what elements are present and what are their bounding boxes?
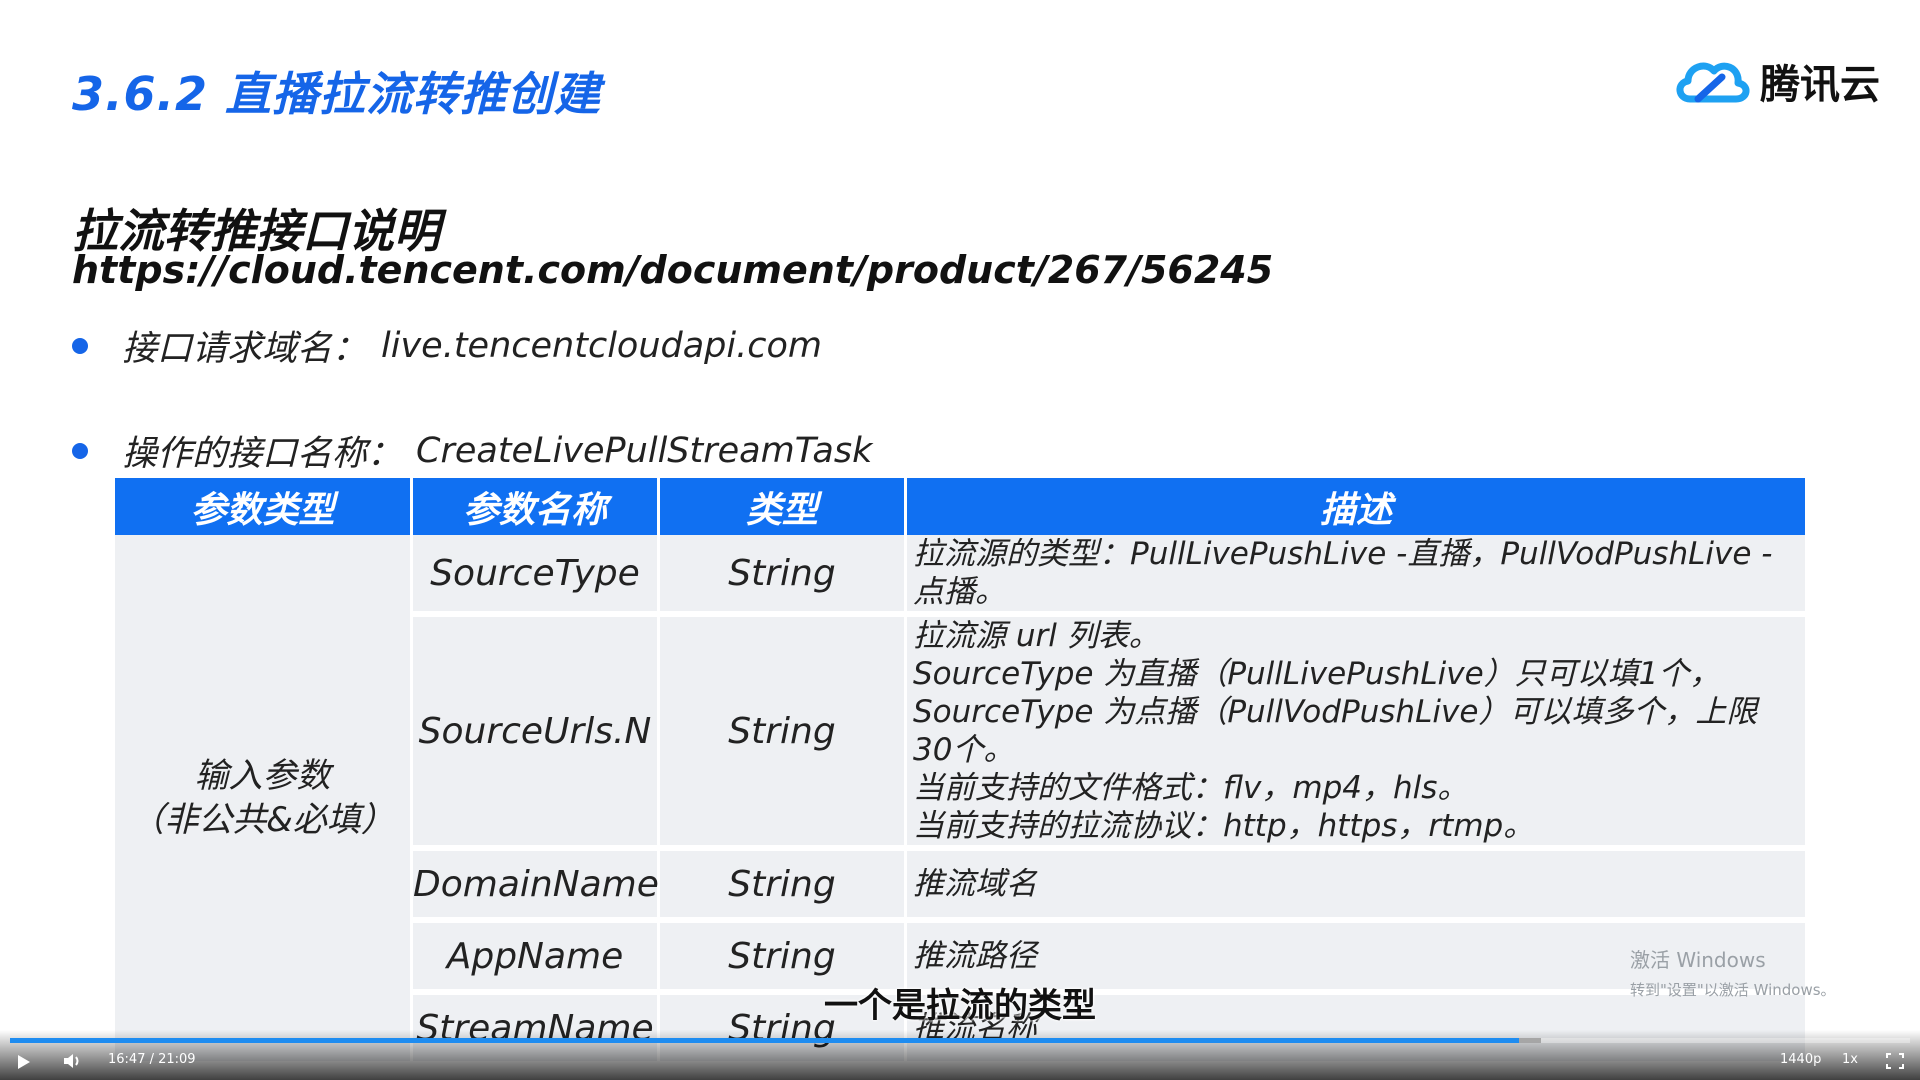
- doc-url: https://cloud.tencent.com/document/produ…: [72, 248, 1274, 292]
- desc-line: 点播。: [913, 574, 1006, 610]
- bullet-value: live.tencentcloudapi.com: [381, 325, 823, 366]
- desc-line: 拉流源的类型：PullLivePushLive -直播，PullVodPushL…: [913, 536, 1773, 572]
- desc-line: 推流域名: [913, 866, 1037, 902]
- time-display: 16:47 / 21:09: [108, 1052, 196, 1067]
- bullet-label: 操作的接口名称：: [122, 434, 403, 474]
- desc-line: 30个。: [913, 732, 1015, 768]
- param-desc-cell: 拉流源 url 列表。 SourceType 为直播（PullLivePushL…: [907, 617, 1805, 851]
- bullet-label: 接口请求域名：: [122, 329, 368, 369]
- group-label-line1: 输入参数: [194, 756, 331, 796]
- desc-line: SourceType 为直播（PullLivePushLive）只可以填1个，: [913, 656, 1721, 692]
- bullet-domain: 接口请求域名： live.tencentcloudapi.com: [72, 320, 822, 371]
- video-frame: 3.6.2 直播拉流转推创建 腾讯云 拉流转推接口说明 https://clou…: [0, 0, 1920, 1080]
- desc-line: 拉流源 url 列表。: [913, 618, 1160, 654]
- cloud-logo-icon: [1676, 62, 1750, 103]
- bullet-action: 操作的接口名称： CreateLivePullStreamTask: [72, 425, 872, 476]
- param-type-cell: String: [660, 535, 907, 617]
- play-icon[interactable]: [18, 1055, 30, 1069]
- tencent-cloud-logo: 腾讯云: [1672, 52, 1880, 110]
- volume-icon[interactable]: [62, 1052, 82, 1074]
- param-name-cell: SourceType: [413, 535, 660, 617]
- watermark-title: 激活 Windows: [1630, 948, 1766, 972]
- table-row: 输入参数 （非公共&必填） SourceType String 拉流源的类型：P…: [115, 535, 1805, 1067]
- speed-button[interactable]: 1x: [1842, 1052, 1858, 1067]
- table-header-row: 参数类型 参数名称 类型 描述: [115, 478, 1805, 535]
- slide-title: 3.6.2 直播拉流转推创建: [72, 67, 601, 121]
- param-desc-cell: 推流域名: [907, 851, 1805, 923]
- progress-played: [10, 1038, 1519, 1043]
- bullet-dot-icon: [72, 337, 88, 354]
- group-label-line2: （非公共&必填）: [130, 800, 395, 840]
- video-subtitle: 一个是拉流的类型: [824, 986, 1096, 1026]
- progress-bar[interactable]: [10, 1038, 1910, 1043]
- bullet-dot-icon: [72, 442, 88, 459]
- header-param-kind: 参数类型: [115, 478, 413, 535]
- header-type: 类型: [660, 478, 907, 535]
- param-name-cell: SourceUrls.N: [413, 617, 660, 851]
- fullscreen-icon[interactable]: [1886, 1053, 1904, 1073]
- param-type-cell: String: [660, 617, 907, 851]
- desc-line: SourceType 为点播（PullVodPushLive）可以填多个，上限: [913, 694, 1758, 730]
- quality-button[interactable]: 1440p: [1780, 1052, 1821, 1067]
- logo-text: 腾讯云: [1760, 62, 1880, 108]
- param-desc-cell: 拉流源的类型：PullLivePushLive -直播，PullVodPushL…: [907, 535, 1805, 617]
- header-param-name: 参数名称: [413, 478, 660, 535]
- param-name-cell: DomainName: [413, 851, 660, 923]
- desc-line: 当前支持的拉流协议：http，https，rtmp。: [913, 808, 1535, 844]
- bullet-value: CreateLivePullStreamTask: [416, 430, 873, 471]
- param-type-cell: String: [660, 851, 907, 923]
- header-description: 描述: [907, 478, 1805, 535]
- desc-line: 当前支持的文件格式：flv，mp4，hls。: [913, 770, 1469, 806]
